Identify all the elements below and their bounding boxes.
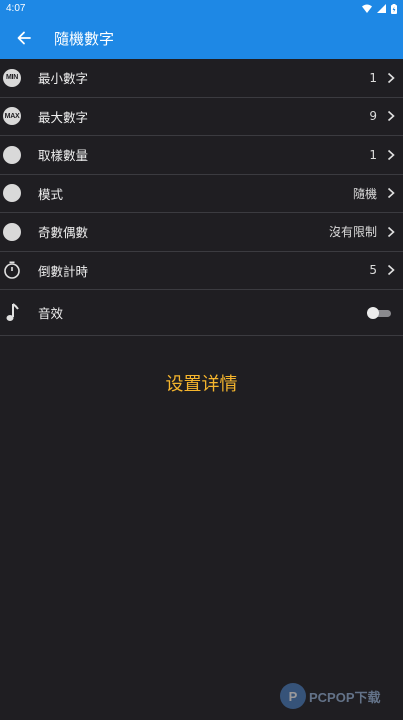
battery-icon (391, 3, 397, 14)
setting-label: 最小數字 (38, 71, 89, 87)
setting-value: 1 (369, 147, 377, 162)
setting-label: 模式 (38, 186, 64, 202)
signal-icon (377, 4, 386, 13)
toggle-thumb (367, 306, 379, 319)
setting-row-min[interactable]: MIN 最小數字 1 (0, 59, 403, 98)
wifi-icon (362, 4, 372, 13)
watermark-text: PCPOP下载 (309, 689, 381, 705)
circle-icon (3, 145, 21, 164)
chevron-right-icon (387, 149, 395, 160)
setting-label: 倒數計時 (38, 263, 89, 279)
chevron-right-icon (387, 188, 395, 199)
chevron-right-icon (387, 111, 395, 122)
arrow-left-icon (17, 31, 31, 45)
setting-label: 取樣數量 (38, 148, 89, 164)
setting-value: 9 (369, 109, 377, 124)
status-time: 4:07 (6, 3, 26, 14)
status-bar: 4:07 (0, 0, 403, 17)
circle-icon (3, 222, 21, 241)
setting-row-sample-count[interactable]: 取樣數量 1 (0, 136, 403, 175)
chevron-right-icon (387, 226, 395, 237)
watermark-logo: P (280, 683, 306, 709)
app-bar: 隨機數字 (0, 17, 403, 59)
watermark: P PCPOP下载 (280, 683, 381, 709)
setting-row-sound[interactable]: 音效 (0, 290, 403, 336)
setting-row-countdown[interactable]: 倒數計時 5 (0, 252, 403, 290)
status-icons (362, 3, 397, 14)
settings-details-link[interactable]: 设置详情 (0, 370, 403, 396)
chevron-right-icon (387, 72, 395, 83)
circle-icon (3, 184, 21, 203)
setting-value: 隨機 (352, 186, 377, 201)
music-note-icon (3, 302, 21, 322)
setting-label: 音效 (38, 306, 64, 321)
setting-label: 最大數字 (38, 109, 89, 125)
back-button[interactable] (0, 17, 48, 59)
settings-list: MIN 最小數字 1 MAX 最大數字 9 取樣數量 1 模式 隨機 奇數偶數 … (0, 59, 403, 336)
setting-value: 1 (369, 70, 377, 85)
setting-value: 5 (369, 263, 377, 278)
max-icon: MAX (3, 107, 21, 126)
setting-value: 沒有限制 (328, 225, 377, 240)
timer-icon (3, 261, 21, 280)
chevron-right-icon (387, 265, 395, 276)
page-title: 隨機數字 (54, 29, 115, 48)
setting-row-parity[interactable]: 奇數偶數 沒有限制 (0, 213, 403, 252)
sound-toggle[interactable] (367, 306, 391, 319)
min-icon: MIN (3, 68, 21, 87)
setting-row-max[interactable]: MAX 最大數字 9 (0, 98, 403, 136)
setting-row-mode[interactable]: 模式 隨機 (0, 175, 403, 213)
setting-label: 奇數偶數 (38, 225, 89, 241)
